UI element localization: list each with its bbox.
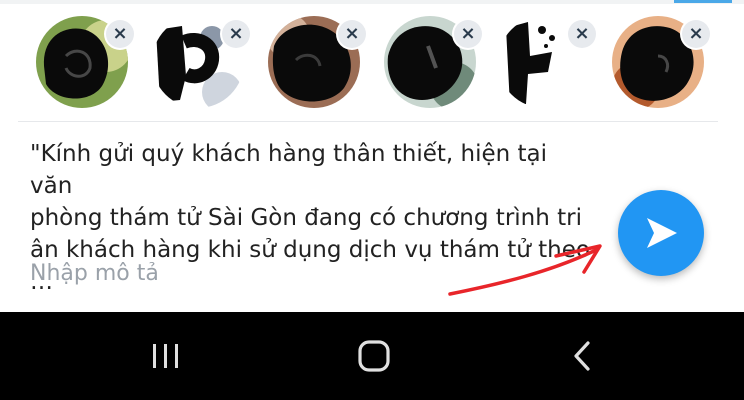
divider: [18, 121, 718, 122]
close-icon[interactable]: ×: [338, 20, 366, 48]
recipient-chip[interactable]: ×: [384, 16, 482, 108]
send-icon: [647, 218, 677, 248]
home-button[interactable]: [344, 332, 404, 380]
recipient-list: × × × × × ×: [0, 0, 744, 120]
navigation-bar: [0, 312, 744, 400]
back-button[interactable]: [552, 332, 612, 380]
description-input[interactable]: [30, 256, 330, 290]
home-icon: [358, 340, 390, 372]
send-button[interactable]: [618, 190, 704, 276]
close-icon[interactable]: ×: [568, 20, 596, 48]
recent-apps-icon: [153, 344, 178, 368]
recent-apps-button[interactable]: [136, 332, 196, 380]
recipient-chip[interactable]: ×: [612, 16, 710, 108]
close-icon[interactable]: ×: [222, 20, 250, 48]
close-icon[interactable]: ×: [106, 20, 134, 48]
close-icon[interactable]: ×: [454, 20, 482, 48]
recipient-chip[interactable]: ×: [268, 16, 366, 108]
back-icon: [574, 341, 590, 371]
close-icon[interactable]: ×: [682, 20, 710, 48]
recipient-chip[interactable]: ×: [152, 16, 250, 108]
recipient-chip[interactable]: ×: [36, 16, 134, 108]
recipient-chip[interactable]: ×: [498, 16, 596, 108]
